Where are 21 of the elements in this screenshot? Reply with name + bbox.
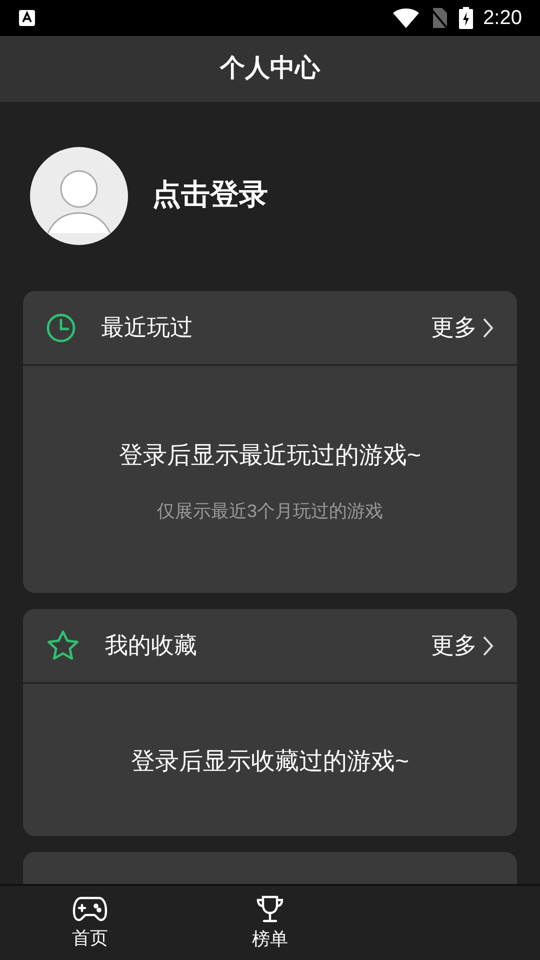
nav-tab[interactable]: 首页: [0, 886, 180, 960]
chevron-right-icon: [481, 634, 495, 656]
gamepad-icon: [72, 894, 108, 922]
empty-message: 登录后显示收藏过的游戏~: [130, 747, 409, 777]
more-link[interactable]: 更多: [431, 628, 495, 663]
empty-hint: 仅展示最近3个月玩过的游戏: [156, 500, 383, 523]
trophy-icon: [254, 894, 286, 924]
page-title: 个人中心: [220, 53, 320, 84]
chevron-right-icon: [481, 316, 495, 338]
section-title: 最近玩过: [101, 313, 193, 342]
avatar-icon[interactable]: [30, 147, 128, 245]
status-time: 2:20: [483, 6, 522, 31]
section-title: 我的收藏: [105, 631, 197, 660]
nav-tab[interactable]: 榜单: [180, 886, 360, 960]
keyboard-app-icon: [18, 9, 36, 27]
clock-icon: [45, 312, 77, 344]
empty-message: 登录后显示最近玩过的游戏~: [118, 441, 421, 471]
more-link[interactable]: 更多: [431, 310, 495, 345]
login-link[interactable]: 点击登录: [152, 174, 268, 218]
battery-charging-icon: [459, 7, 474, 29]
wifi-icon: [393, 8, 420, 28]
